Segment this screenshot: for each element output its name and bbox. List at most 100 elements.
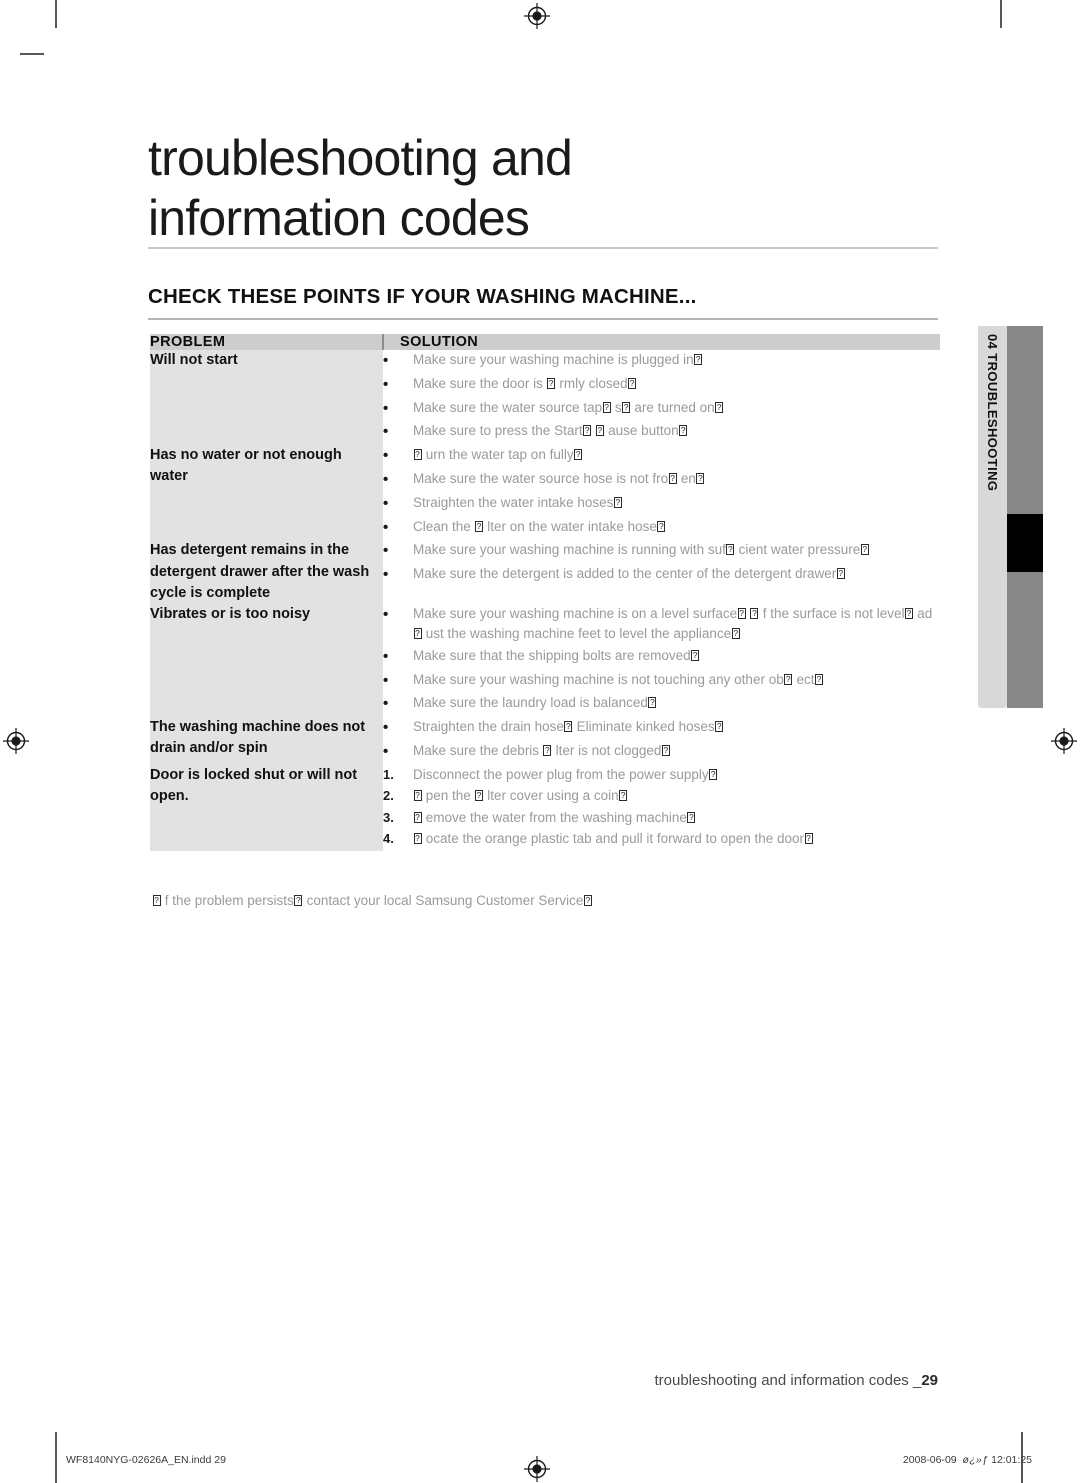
title-divider	[148, 247, 938, 249]
table-row: Door is locked shut or will not open. 1. D…	[150, 764, 940, 851]
print-locale-marker: ø¿»ƒ	[962, 1454, 989, 1466]
column-header-solution: SOLUTION	[382, 334, 940, 350]
problem-cell: Will not start	[150, 350, 383, 446]
solution-text: ocate the orange plastic tab and pull it…	[413, 829, 940, 850]
solution-text: Make sure your washing machine is on a l…	[413, 604, 940, 645]
missing-glyph-box	[726, 543, 735, 556]
bullet-icon: •	[383, 542, 389, 560]
missing-glyph-box	[814, 673, 823, 686]
missing-glyph-box	[619, 789, 628, 802]
solution-list: • Straighten the drain hose Eliminate kin…	[383, 717, 940, 764]
bullet-icon: •	[383, 375, 389, 393]
table-row: The washing machine does not drain and/o…	[150, 717, 940, 765]
missing-glyph-box	[413, 789, 422, 802]
solution-step-number: 1.	[383, 766, 394, 782]
print-time: 12:01:25	[991, 1454, 1032, 1466]
solution-step-number: 4.	[383, 831, 394, 847]
missing-glyph-box	[152, 894, 161, 907]
solution-text: Make sure your washing machine is runnin…	[413, 540, 940, 561]
solution-text: emove the water from the washing machine	[413, 808, 940, 829]
solution-text: Make sure your washing machine is plugge…	[413, 350, 940, 371]
solution-list: 1. Disconnect the power plug from the pow…	[383, 765, 940, 850]
solution-item: 1. Disconnect the power plug from the pow…	[383, 765, 940, 786]
missing-glyph-box	[661, 744, 670, 757]
side-chapter-tab-label: 04 TROUBLESHOOTING	[985, 334, 1000, 492]
solution-cell: 1. Disconnect the power plug from the pow…	[383, 764, 940, 851]
solution-item: • Make sure the water source hose is not …	[383, 469, 940, 492]
solution-item: • Straighten the drain hose Eliminate kin…	[383, 717, 940, 740]
page-number: 29	[921, 1372, 938, 1389]
document-page: troubleshooting and information codes CH…	[0, 0, 1080, 1483]
missing-glyph-box	[731, 627, 740, 640]
solution-cell: • urn the water tap on fully•Make sure t…	[383, 445, 940, 541]
solution-item: • Make sure the laundry load is balanced	[383, 693, 940, 716]
missing-glyph-box	[804, 832, 813, 845]
crop-mark-top-left-vertical	[55, 0, 57, 28]
bullet-icon: •	[383, 566, 389, 584]
solution-item: • Make sure the detergent is added to the…	[383, 564, 940, 587]
missing-glyph-box	[737, 607, 746, 620]
solution-item: • Make sure the water source tap s are tu…	[383, 398, 940, 421]
solution-item: 4. ocate the orange plastic tab and pull…	[383, 829, 940, 850]
missing-glyph-box	[622, 401, 631, 414]
bullet-icon: •	[383, 695, 389, 713]
print-timestamp: 2008-06-09 ø¿»ƒ 12:01:25	[903, 1454, 1032, 1466]
table-row: Has no water or not enough water• urn th…	[150, 445, 940, 541]
solution-item: • Straighten the water intake hoses	[383, 493, 940, 516]
solution-item: • Make sure that the shipping bolts are r…	[383, 646, 940, 669]
side-chapter-tab: 04 TROUBLESHOOTING	[978, 326, 1007, 708]
missing-glyph-box	[696, 472, 705, 485]
missing-glyph-box	[475, 520, 484, 533]
problem-cell: The washing machine does not drain and/o…	[150, 717, 383, 765]
table-body: Will not start • Make sure your washing ma…	[150, 350, 940, 851]
solution-text: Disconnect the power plug from the power…	[413, 765, 940, 786]
solution-cell: • Make sure your washing machine is plugg…	[383, 350, 940, 446]
missing-glyph-box	[564, 720, 573, 733]
missing-glyph-box	[595, 424, 604, 437]
registration-mark-top	[524, 3, 550, 29]
solution-item: • Make sure to press the Start ause butto…	[383, 421, 940, 444]
missing-glyph-box	[413, 811, 422, 824]
missing-glyph-box	[905, 607, 914, 620]
solution-list: • urn the water tap on fully•Make sure t…	[383, 445, 940, 539]
missing-glyph-box	[413, 832, 422, 845]
registration-mark-right	[1051, 728, 1077, 754]
page-footer-text: troubleshooting and information codes _	[654, 1372, 922, 1389]
bullet-icon: •	[383, 470, 389, 488]
chapter-title-line-2: information codes	[148, 190, 530, 246]
table-row: Has detergent remains in the detergent d…	[150, 540, 940, 604]
missing-glyph-box	[413, 448, 422, 461]
crop-mark-top-right-vertical	[1000, 0, 1002, 28]
solution-text: Make sure the detergent is added to the …	[413, 564, 940, 585]
missing-glyph-box	[784, 673, 793, 686]
solution-cell: • Make sure your washing machine is on a …	[383, 603, 940, 718]
page-title: troubleshooting and information codes	[148, 128, 938, 248]
section-heading: CHECK THESE POINTS IF YOUR WASHING MACHI…	[148, 285, 697, 308]
solution-text: Make sure the laundry load is balanced	[413, 693, 940, 714]
missing-glyph-box	[475, 789, 484, 802]
problem-cell: Has no water or not enough water	[150, 445, 383, 541]
bullet-icon: •	[383, 518, 389, 536]
missing-glyph-box	[679, 424, 688, 437]
table-row: Will not start • Make sure your washing ma…	[150, 350, 940, 446]
solution-cell: • Straighten the drain hose Eliminate kin…	[383, 717, 940, 765]
table-header-row: PROBLEM SOLUTION	[150, 334, 940, 350]
missing-glyph-box	[691, 649, 700, 662]
bullet-icon: •	[383, 719, 389, 737]
missing-glyph-box	[860, 543, 869, 556]
missing-glyph-box	[648, 696, 657, 709]
solution-text: Straighten the water intake hoses	[413, 493, 940, 514]
missing-glyph-box	[583, 894, 592, 907]
solution-text: Make sure that the shipping bolts are re…	[413, 646, 940, 667]
bullet-icon: •	[383, 352, 389, 369]
missing-glyph-box	[657, 520, 666, 533]
column-header-problem: PROBLEM	[150, 334, 383, 350]
print-date: 2008-06-09	[902, 1454, 957, 1466]
missing-glyph-box	[413, 627, 422, 640]
solution-item: • Make sure the debris lter is not clogge…	[383, 741, 940, 764]
solution-text: Straighten the drain hose Eliminate kink…	[413, 717, 940, 738]
solution-text: Make sure the water source tap s are tur…	[413, 398, 940, 419]
missing-glyph-box	[750, 607, 759, 620]
missing-glyph-box	[709, 768, 718, 781]
registration-mark-bottom	[524, 1456, 550, 1482]
